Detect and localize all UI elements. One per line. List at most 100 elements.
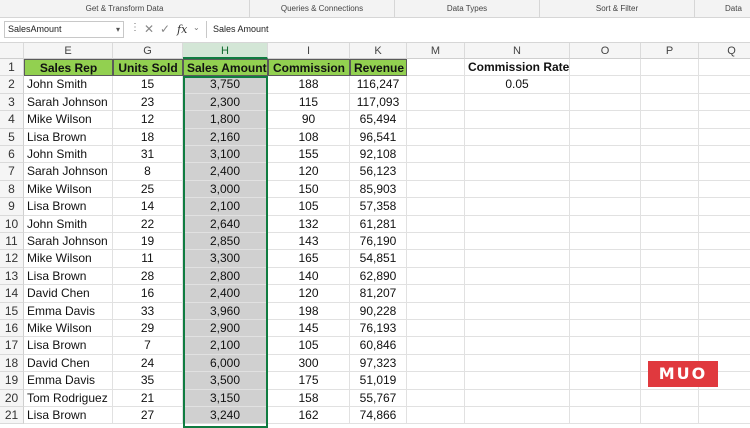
empty-cell[interactable]	[641, 180, 699, 199]
empty-cell[interactable]	[465, 180, 570, 199]
row-header-19[interactable]: 19	[0, 372, 24, 390]
cell-h12[interactable]: 3,300	[183, 250, 268, 268]
cell-i14[interactable]: 120	[268, 285, 350, 303]
empty-cell[interactable]	[641, 233, 699, 251]
cell-g14[interactable]: 16	[113, 285, 183, 303]
row-header-9[interactable]: 9	[0, 198, 24, 216]
row-header-12[interactable]: 12	[0, 250, 24, 268]
cell-h6[interactable]: 3,100	[183, 146, 268, 164]
cell-g6[interactable]: 31	[113, 146, 183, 164]
cell-i6[interactable]: 155	[268, 146, 350, 164]
empty-cell[interactable]	[641, 302, 699, 320]
cell-g7[interactable]: 8	[113, 163, 183, 181]
row-header-6[interactable]: 6	[0, 146, 24, 164]
empty-cell[interactable]	[641, 198, 699, 216]
empty-cell[interactable]	[407, 163, 465, 181]
empty-cell[interactable]	[407, 267, 465, 286]
empty-cell[interactable]	[407, 146, 465, 164]
column-header-q[interactable]: Q	[699, 43, 750, 59]
cell-i18[interactable]: 300	[268, 354, 350, 373]
empty-cell[interactable]	[407, 302, 465, 320]
empty-cell[interactable]	[641, 250, 699, 268]
empty-cell[interactable]	[699, 285, 750, 303]
cell-h11[interactable]: 2,850	[183, 233, 268, 251]
cell-g11[interactable]: 19	[113, 233, 183, 251]
empty-cell[interactable]	[465, 163, 570, 181]
empty-cell[interactable]	[570, 128, 641, 146]
row-header-7[interactable]: 7	[0, 163, 24, 181]
column-header-i[interactable]: I	[268, 43, 350, 59]
cell-e5[interactable]: Lisa Brown	[24, 128, 113, 146]
empty-cell[interactable]	[699, 76, 750, 94]
row-header-8[interactable]: 8	[0, 180, 24, 199]
cell-k9[interactable]: 57,358	[350, 198, 407, 216]
cell-i12[interactable]: 165	[268, 250, 350, 268]
cell-i7[interactable]: 120	[268, 163, 350, 181]
cell-k17[interactable]: 60,846	[350, 337, 407, 355]
cell-g20[interactable]: 21	[113, 389, 183, 407]
cell-k8[interactable]: 85,903	[350, 180, 407, 199]
empty-cell[interactable]	[570, 146, 641, 164]
cell-h8[interactable]: 3,000	[183, 180, 268, 199]
cell-e3[interactable]: Sarah Johnson	[24, 93, 113, 112]
column-header-g[interactable]: G	[113, 43, 183, 59]
cell-i8[interactable]: 150	[268, 180, 350, 199]
cell-e16[interactable]: Mike Wilson	[24, 320, 113, 338]
empty-cell[interactable]	[465, 372, 570, 390]
empty-cell[interactable]	[407, 389, 465, 407]
empty-cell[interactable]	[407, 215, 465, 233]
empty-cell[interactable]	[570, 285, 641, 303]
cell-k13[interactable]: 62,890	[350, 267, 407, 286]
empty-cell[interactable]	[641, 285, 699, 303]
empty-cell[interactable]	[699, 337, 750, 355]
empty-cell[interactable]	[407, 128, 465, 146]
cell-e9[interactable]: Lisa Brown	[24, 198, 113, 216]
cell-g8[interactable]: 25	[113, 180, 183, 199]
empty-cell[interactable]	[699, 320, 750, 338]
empty-cell[interactable]	[465, 337, 570, 355]
empty-cell[interactable]	[699, 216, 750, 233]
cell-g15[interactable]: 33	[113, 302, 183, 320]
row-header-1[interactable]: 1	[0, 59, 24, 77]
cell-n2[interactable]: 0.05	[465, 76, 570, 94]
column-header-n[interactable]: N	[465, 43, 570, 59]
insert-function-icon[interactable]: fx	[177, 21, 187, 38]
cell-h16[interactable]: 2,900	[183, 320, 268, 338]
cell-h17[interactable]: 2,100	[183, 337, 268, 355]
cell-g18[interactable]: 24	[113, 354, 183, 373]
cell-e6[interactable]: John Smith	[24, 146, 113, 164]
empty-cell[interactable]	[407, 337, 465, 355]
empty-cell[interactable]	[641, 389, 699, 407]
cell-h20[interactable]: 3,150	[183, 389, 268, 407]
empty-cell[interactable]	[641, 320, 699, 338]
more-options-icon[interactable]: ⋮	[130, 22, 140, 33]
cell-h19[interactable]: 3,500	[183, 372, 268, 390]
cell-e7[interactable]: Sarah Johnson	[24, 163, 113, 181]
cell-i10[interactable]: 132	[268, 215, 350, 233]
cell-i13[interactable]: 140	[268, 267, 350, 286]
empty-cell[interactable]	[465, 267, 570, 286]
cell-h10[interactable]: 2,640	[183, 215, 268, 233]
cell-i17[interactable]: 105	[268, 337, 350, 355]
cell-k11[interactable]: 76,190	[350, 233, 407, 251]
empty-cell[interactable]	[641, 267, 699, 286]
empty-cell[interactable]	[699, 111, 750, 129]
column-header-k[interactable]: K	[350, 43, 407, 59]
cell-g12[interactable]: 11	[113, 250, 183, 268]
empty-cell[interactable]	[407, 320, 465, 338]
cell-e4[interactable]: Mike Wilson	[24, 111, 113, 129]
row-header-14[interactable]: 14	[0, 285, 24, 303]
empty-cell[interactable]	[407, 111, 465, 129]
cell-k5[interactable]: 96,541	[350, 128, 407, 146]
empty-cell[interactable]	[699, 303, 750, 320]
cell-g9[interactable]: 14	[113, 198, 183, 216]
name-box[interactable]: SalesAmount ▾	[4, 21, 124, 38]
empty-cell[interactable]	[570, 320, 641, 338]
cell-e2[interactable]: John Smith	[24, 76, 113, 94]
ribbon-group-data-types[interactable]: Data Types	[395, 0, 540, 17]
column-header-h[interactable]: H	[183, 43, 268, 59]
cell-g3[interactable]: 23	[113, 93, 183, 112]
header-cell-i[interactable]: Commission	[268, 59, 350, 77]
cell-h15[interactable]: 3,960	[183, 302, 268, 320]
column-header-m[interactable]: M	[407, 43, 465, 59]
